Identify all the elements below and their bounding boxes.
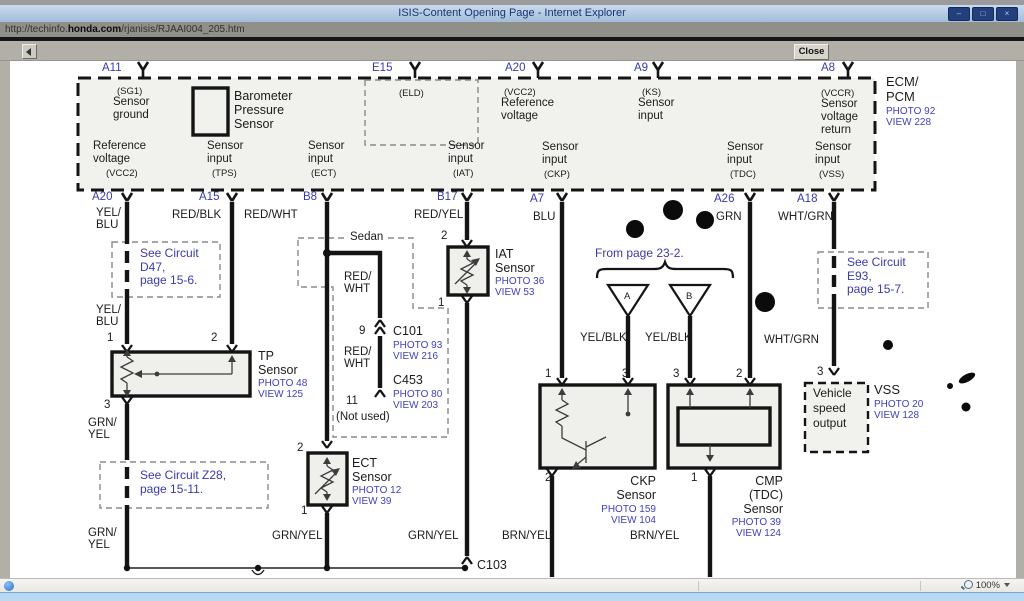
wire-sedan-branch [327, 253, 380, 388]
window-controls: – □ × [948, 7, 1018, 21]
minimize-button[interactable]: – [948, 7, 970, 21]
wiring-diagram [0, 0, 1024, 600]
status-separator [698, 581, 699, 591]
maximize-button[interactable]: □ [972, 7, 994, 21]
zoom-level: 100% [976, 580, 1000, 591]
ckp-sensor-box [540, 385, 655, 469]
url-host: honda.com [68, 24, 121, 35]
iat-sensor-box [448, 247, 488, 295]
ink-blobs [626, 200, 977, 412]
tp-sensor-box [112, 349, 250, 397]
back-button[interactable] [22, 44, 37, 59]
ect-sensor-box [308, 453, 347, 505]
chevron-down-icon [1004, 583, 1010, 590]
close-button[interactable]: Close [794, 44, 829, 60]
ecm-pcm-box [78, 62, 875, 201]
left-margin [0, 60, 10, 578]
vss-output-box [805, 383, 868, 452]
address-bar[interactable]: http://techinfo.honda.com/rjanisis/RJAAI… [0, 22, 1024, 37]
url-prefix: http://techinfo. [5, 24, 68, 35]
brace [597, 262, 733, 278]
cmp-sensor-box [668, 385, 780, 468]
triangle-b [670, 285, 710, 316]
title-bar[interactable]: ISIS-Content Opening Page - Internet Exp… [0, 5, 1024, 23]
triangle-a [608, 285, 648, 316]
ie-status-icon [4, 581, 14, 591]
status-bar: 100% [0, 578, 1024, 593]
status-separator [920, 581, 921, 591]
close-window-button[interactable]: × [996, 7, 1018, 21]
zoom-control[interactable]: 100% [964, 580, 1010, 592]
window-title: ISIS-Content Opening Page - Internet Exp… [0, 7, 1024, 19]
c103-bus [124, 565, 468, 575]
magnifier-icon [964, 580, 973, 589]
right-margin [1016, 60, 1024, 578]
sedan-outline [298, 238, 448, 437]
toolbar: Close [0, 41, 1024, 61]
url-path: /rjanisis/RJAAI004_205.htm [121, 24, 244, 35]
from-page-connectors [597, 262, 733, 316]
see-circuit-d47-box [112, 242, 220, 297]
